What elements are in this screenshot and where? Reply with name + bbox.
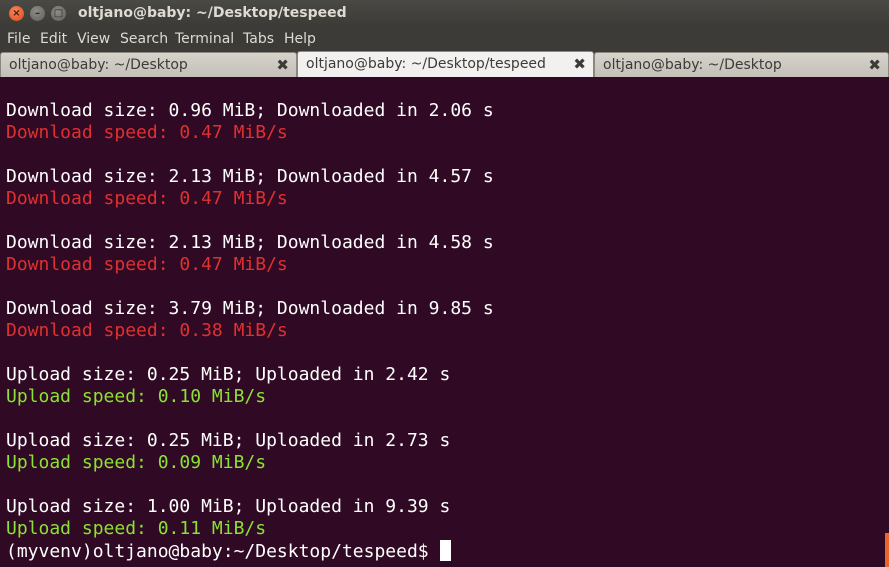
- shell-prompt: (myvenv)oltjano@baby:~/Desktop/tespeed$: [6, 541, 429, 562]
- menu-bar: File Edit View Search Terminal Tabs Help: [0, 26, 889, 51]
- upload-speed-line: Upload speed: 0.10 MiB/s: [6, 386, 267, 407]
- menu-terminal[interactable]: Terminal: [175, 31, 234, 47]
- upload-size-line: Upload size: 0.25 MiB; Uploaded in 2.42 …: [6, 364, 451, 385]
- tab-label: oltjano@baby: ~/Desktop: [603, 57, 782, 73]
- terminal-output[interactable]: Download size: 0.96 MiB; Downloaded in 2…: [0, 77, 889, 567]
- tab-tespeed[interactable]: oltjano@baby: ~/Desktop/tespeed ✖: [297, 51, 594, 77]
- tab-label: oltjano@baby: ~/Desktop/tespeed: [306, 56, 546, 72]
- download-speed-line: Download speed: 0.47 MiB/s: [6, 122, 288, 143]
- title-bar[interactable]: × – □ oltjano@baby: ~/Desktop/tespeed: [0, 0, 889, 26]
- menu-view[interactable]: View: [77, 31, 110, 47]
- tab-desktop-2[interactable]: oltjano@baby: ~/Desktop ✖: [594, 52, 889, 77]
- tab-close-icon[interactable]: ✖: [868, 56, 881, 74]
- scrollbar-thumb[interactable]: [885, 533, 889, 567]
- upload-speed-line: Upload speed: 0.09 MiB/s: [6, 452, 267, 473]
- menu-edit[interactable]: Edit: [40, 31, 67, 47]
- download-speed-line: Download speed: 0.38 MiB/s: [6, 320, 288, 341]
- download-speed-line: Download speed: 0.47 MiB/s: [6, 188, 288, 209]
- menu-file[interactable]: File: [7, 31, 30, 47]
- upload-size-line: Upload size: 1.00 MiB; Uploaded in 9.39 …: [6, 496, 451, 517]
- upload-size-line: Upload size: 0.25 MiB; Uploaded in 2.73 …: [6, 430, 451, 451]
- menu-help[interactable]: Help: [284, 31, 316, 47]
- tab-desktop-1[interactable]: oltjano@baby: ~/Desktop ✖: [0, 52, 297, 77]
- text-cursor: [439, 540, 451, 561]
- download-size-line: Download size: 2.13 MiB; Downloaded in 4…: [6, 166, 494, 187]
- window-title: oltjano@baby: ~/Desktop/tespeed: [78, 5, 347, 21]
- tab-label: oltjano@baby: ~/Desktop: [9, 57, 188, 73]
- download-speed-line: Download speed: 0.47 MiB/s: [6, 254, 288, 275]
- minimize-window-icon[interactable]: –: [30, 6, 45, 21]
- menu-tabs[interactable]: Tabs: [243, 31, 274, 47]
- upload-speed-line: Upload speed: 0.11 MiB/s: [6, 518, 267, 539]
- menu-search[interactable]: Search: [120, 31, 168, 47]
- maximize-window-icon[interactable]: □: [51, 6, 66, 21]
- tab-close-icon[interactable]: ✖: [573, 55, 586, 73]
- tab-close-icon[interactable]: ✖: [276, 56, 289, 74]
- terminal-window: × – □ oltjano@baby: ~/Desktop/tespeed Fi…: [0, 0, 889, 567]
- tab-bar: oltjano@baby: ~/Desktop ✖ oltjano@baby: …: [0, 51, 889, 77]
- shell-prompt-line[interactable]: (myvenv)oltjano@baby:~/Desktop/tespeed$: [6, 540, 451, 562]
- download-size-line: Download size: 0.96 MiB; Downloaded in 2…: [6, 100, 494, 121]
- close-window-icon[interactable]: ×: [9, 6, 24, 21]
- download-size-line: Download size: 2.13 MiB; Downloaded in 4…: [6, 232, 494, 253]
- download-size-line: Download size: 3.79 MiB; Downloaded in 9…: [6, 298, 494, 319]
